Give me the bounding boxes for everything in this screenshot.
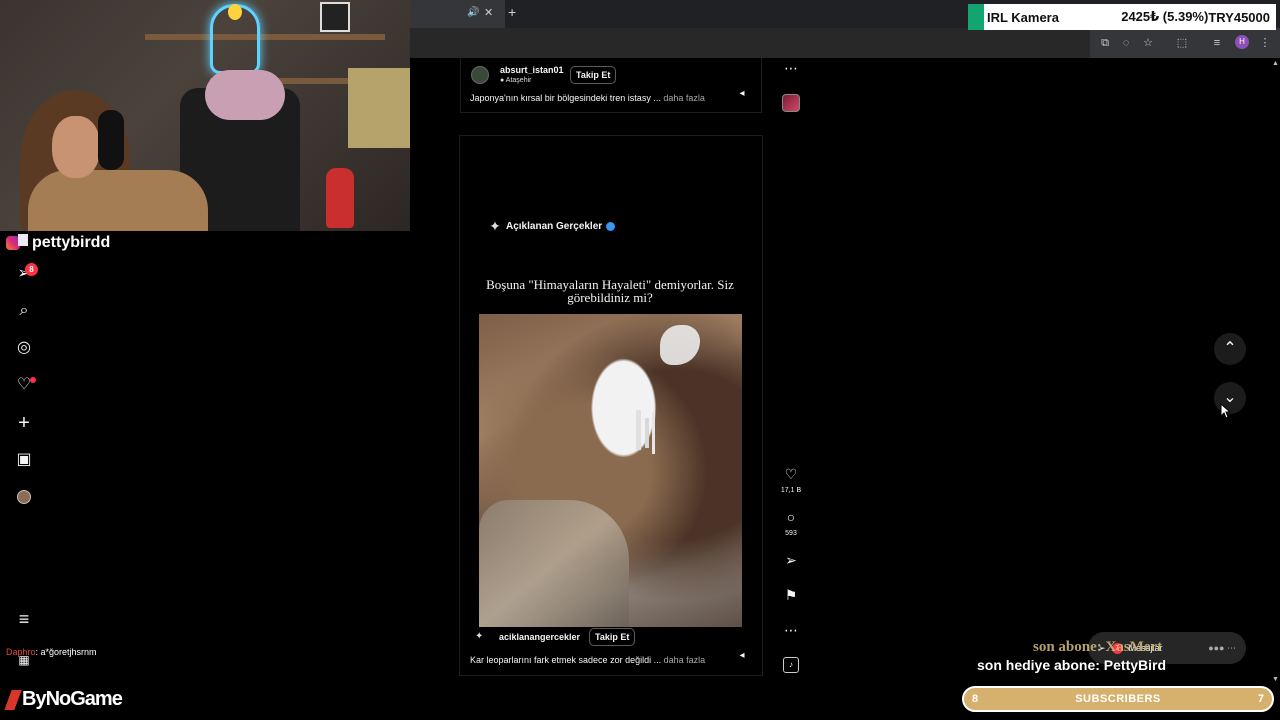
reel-headline: Boşuna "Himayaların Hayaleti" demiyorlar… [486, 277, 734, 305]
reel-author-username[interactable]: aciklanangercekler [499, 632, 580, 642]
chat-message: Daphro: a*ğoretjhsrnm [6, 647, 97, 657]
reading-list-icon[interactable]: ≡ [1210, 36, 1224, 50]
mute-icon[interactable]: ◂ [735, 87, 749, 101]
next-reel-button[interactable]: ⌄ [1214, 382, 1246, 414]
webcam-feed [0, 0, 410, 231]
reel-follow-button[interactable]: Takip Et [589, 628, 636, 646]
explore-icon[interactable]: ◎ [14, 338, 34, 358]
search-icon[interactable]: ⌕ [14, 301, 34, 321]
profile-avatar[interactable] [17, 490, 31, 504]
subscriber-current: 8 [972, 693, 979, 705]
reel-caption-text: Kar leoparlarını fark etmek sadece zor d… [470, 655, 662, 665]
post-location[interactable]: ● Ataşehir [500, 77, 531, 84]
post-author-username[interactable]: absurt_istan01 [500, 65, 564, 75]
sponsor-name: ByNoGame [22, 688, 123, 710]
streamer-body [28, 170, 208, 231]
last-subscriber-ticker: son abone: XasMert [1033, 639, 1163, 655]
comment-icon[interactable]: ○ [783, 509, 799, 525]
santa-figure [326, 168, 354, 228]
tab-close-icon[interactable]: ✕ [484, 6, 493, 19]
new-tab-icon[interactable]: + [508, 4, 516, 20]
share-send-icon[interactable]: ➢ [783, 552, 799, 568]
reel-author-avatar-icon[interactable]: ✦ [475, 631, 483, 642]
subscriber-goal: 7 [1257, 693, 1264, 705]
reel-more-options-icon[interactable]: ⋯ [783, 622, 799, 638]
reel-brand-name: Açıklanan Gerçekler [506, 220, 603, 232]
like-heart-icon[interactable]: ♡ [783, 466, 799, 482]
caption-more-link[interactable]: daha fazla [663, 93, 705, 103]
wall-painting [348, 68, 410, 148]
messages-avatars-icon: ●●● ⋯ [1208, 642, 1236, 653]
bookmark-star-icon[interactable]: ☆ [1141, 36, 1155, 50]
follow-button[interactable]: Takip Et [570, 66, 617, 84]
eye-off-icon[interactable]: ◌ [1119, 36, 1133, 50]
screen: 🔊 ✕ + ⧉ ◌ ☆ ⬚ ≡ H ⋮ IRL Kamera 2425₺ (5.… [0, 0, 1280, 720]
sponsor-logo-mark [4, 689, 22, 710]
donation-ticker: IRL Kamera 2425₺ (5.39%) TRY45000 [968, 4, 1276, 30]
post-location-text: Ataşehir [505, 77, 532, 84]
address-bar[interactable] [410, 28, 1090, 58]
scroll-down-arrow-icon[interactable]: ▼ [1272, 676, 1280, 684]
shelf [145, 34, 385, 40]
post-caption: Japonya'nın kırsal bir bölgesindeki tren… [470, 93, 705, 103]
install-icon[interactable]: ⧉ [1098, 36, 1112, 50]
activity-dot [30, 377, 36, 383]
browser-profile-avatar[interactable]: H [1235, 35, 1249, 49]
subscriber-goal-bar: 8 SUBSCRIBERS 7 [962, 686, 1274, 712]
wall-frame [320, 2, 350, 32]
instagram-handle-overlay: pettybirdd [6, 234, 110, 252]
chat-text: : a*ğoretjhsrnm [35, 647, 97, 657]
angel-logo-icon: ✦ [489, 218, 501, 234]
tab-audio-icon[interactable]: 🔊 [467, 7, 479, 18]
reel-brand: ✦ Açıklanan Gerçekler [488, 216, 616, 236]
subscriber-label: SUBSCRIBERS [1075, 693, 1161, 705]
menu-icon[interactable]: ≡ [14, 609, 34, 629]
photo-rock [479, 500, 629, 627]
more-options-icon[interactable]: ⋯ [783, 60, 799, 76]
create-plus-icon[interactable]: + [14, 413, 34, 433]
sponsor-logo: ByNoGame [4, 688, 123, 711]
ticker-name: IRL Kamera [986, 9, 1059, 25]
twitch-icon [18, 234, 28, 246]
post-author-avatar[interactable] [471, 66, 489, 84]
photo-icicle [645, 418, 649, 448]
photo-icicle [652, 412, 655, 454]
post-caption-text: Japonya'nın kırsal bir bölgesindeki tren… [470, 93, 661, 103]
streamer-face [52, 116, 100, 178]
chat-username: Daphro [6, 647, 36, 657]
instagram-handle: pettybirdd [32, 234, 111, 251]
reel-caption-more-link[interactable]: daha fazla [664, 655, 706, 665]
plush-toy [205, 70, 285, 120]
verified-badge-icon [606, 221, 616, 231]
original-audio-icon[interactable]: ♪ [783, 657, 799, 673]
reel-mute-icon[interactable]: ◂ [735, 649, 749, 663]
ticker-price: 2425₺ (5.39%) [1121, 9, 1209, 24]
like-count: 17,1 B [780, 487, 802, 494]
ticker-marker [968, 4, 984, 30]
audio-thumbnail[interactable] [782, 94, 800, 112]
previous-reel-button[interactable]: ⌃ [1214, 333, 1246, 365]
comment-count: 593 [785, 530, 797, 537]
neon-sign-detail [228, 4, 242, 20]
headset [98, 110, 124, 170]
notification-badge: 8 [25, 263, 38, 276]
reel-caption: Kar leoparlarını fark etmek sadece zor d… [470, 655, 705, 665]
extensions-icon[interactable]: ⬚ [1175, 36, 1189, 50]
save-bookmark-icon[interactable]: ⚑ [783, 587, 799, 603]
scroll-up-arrow-icon[interactable]: ▲ [1272, 60, 1280, 68]
last-gift-sub: son hediye abone: PettyBird [977, 657, 1167, 673]
ticker-goal: TRY45000 [1208, 9, 1270, 25]
photo-icicle [636, 410, 641, 450]
browser-menu-icon[interactable]: ⋮ [1258, 36, 1272, 50]
browser-tab[interactable]: 🔊 ✕ [410, 0, 505, 28]
mouse-cursor-icon [1220, 403, 1230, 419]
dashboard-icon[interactable]: ▣ [14, 450, 34, 470]
